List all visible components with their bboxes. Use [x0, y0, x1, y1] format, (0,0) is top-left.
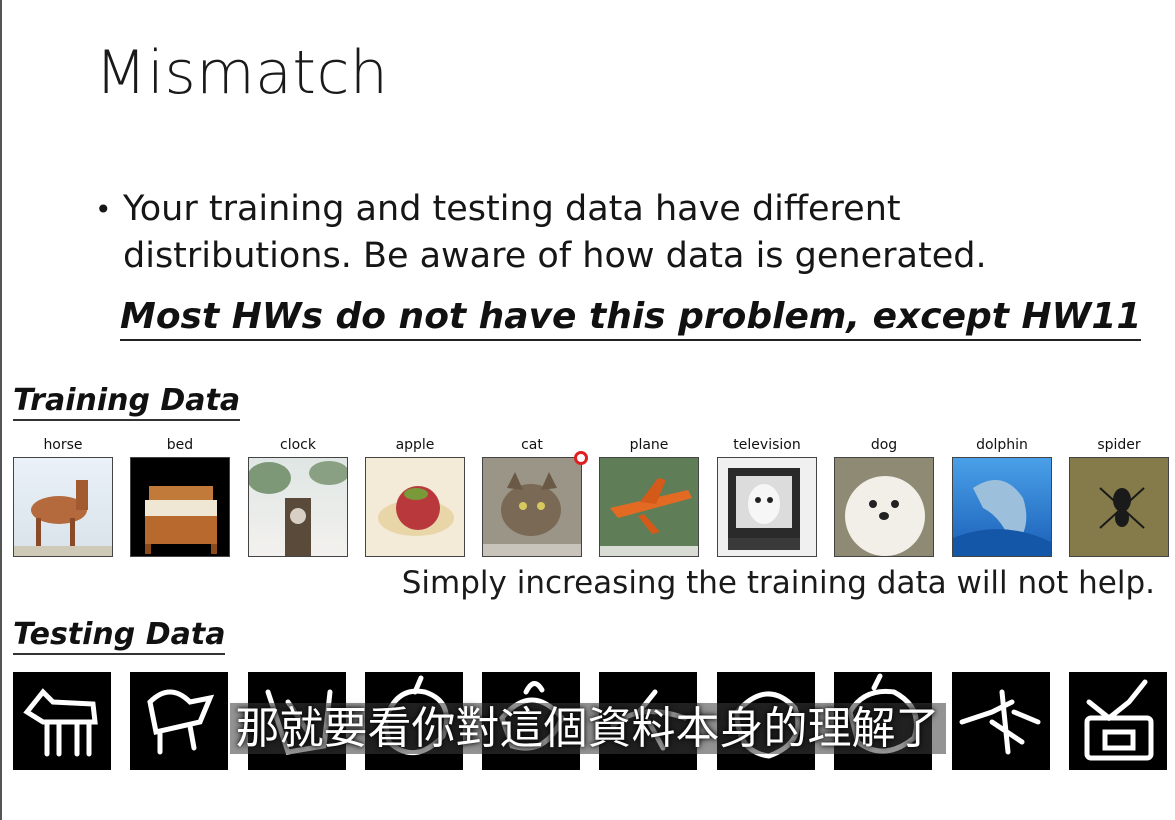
class-label-bed: bed — [166, 437, 194, 453]
train-image-horse — [13, 457, 113, 557]
video-subtitle: 那就要看你對這個資料本身的理解了 — [0, 692, 1175, 756]
class-label-apple: apple — [395, 437, 435, 453]
laser-pointer-icon — [574, 451, 588, 465]
subtitle-text: 那就要看你對這個資料本身的理解了 — [229, 703, 946, 754]
bullet-dot-icon: • — [95, 193, 112, 226]
bullet-point: • Your training and testing data have di… — [95, 186, 1135, 280]
train-image-plane — [599, 457, 699, 557]
train-image-spider — [1069, 457, 1169, 557]
class-label-cat: cat — [521, 437, 543, 453]
class-label-television: television — [733, 437, 801, 453]
class-label-dolphin: dolphin — [976, 437, 1028, 453]
testing-data-label: Testing Data — [13, 617, 226, 655]
train-image-clock — [248, 457, 348, 557]
training-data-label: Training Data — [13, 383, 241, 421]
train-image-television — [717, 457, 817, 557]
bullet-text: Your training and testing data have diff… — [123, 189, 987, 276]
class-label-spider: spider — [1097, 437, 1141, 453]
slide: Mismatch • Your training and testing dat… — [0, 0, 1175, 820]
slide-title: Mismatch — [95, 38, 389, 108]
class-label-dog: dog — [870, 437, 898, 453]
emphasis-text: Most HWs do not have this problem, excep… — [120, 296, 1142, 341]
train-image-apple — [365, 457, 465, 557]
class-label-plane: plane — [629, 437, 669, 453]
train-image-dolphin — [952, 457, 1052, 557]
train-image-cat — [482, 457, 582, 557]
class-label-clock: clock — [280, 437, 316, 453]
train-image-bed — [130, 457, 230, 557]
train-image-dog — [834, 457, 934, 557]
note-text: Simply increasing the training data will… — [401, 565, 1155, 601]
class-label-horse: horse — [43, 437, 83, 453]
